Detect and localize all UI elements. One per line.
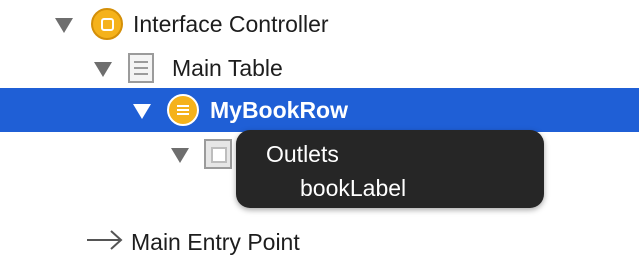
tree-row-main-table[interactable]: Main Table bbox=[0, 46, 639, 90]
arrow-right-icon bbox=[87, 230, 123, 250]
table-row-controller-icon bbox=[167, 94, 199, 126]
interface-controller-icon bbox=[91, 8, 123, 40]
main-entry-point-label: Main Entry Point bbox=[131, 229, 300, 255]
tree-row-my-book-row[interactable]: MyBookRow bbox=[0, 88, 639, 132]
disclosure-triangle-icon[interactable] bbox=[133, 104, 151, 119]
group-icon bbox=[204, 139, 232, 169]
disclosure-triangle-icon[interactable] bbox=[171, 148, 189, 163]
table-icon bbox=[128, 53, 154, 83]
tree-item-label: MyBookRow bbox=[210, 97, 348, 123]
outlets-popup: Outlets bookLabel bbox=[236, 130, 544, 208]
outlet-item[interactable]: bookLabel bbox=[300, 174, 406, 202]
popup-title: Outlets bbox=[266, 141, 339, 167]
disclosure-triangle-icon[interactable] bbox=[55, 18, 73, 33]
tree-row-interface-controller[interactable]: Interface Controller bbox=[0, 2, 639, 46]
tree-item-label: Interface Controller bbox=[133, 11, 329, 37]
disclosure-triangle-icon[interactable] bbox=[94, 62, 112, 77]
tree-item-label: Main Table bbox=[172, 55, 283, 81]
